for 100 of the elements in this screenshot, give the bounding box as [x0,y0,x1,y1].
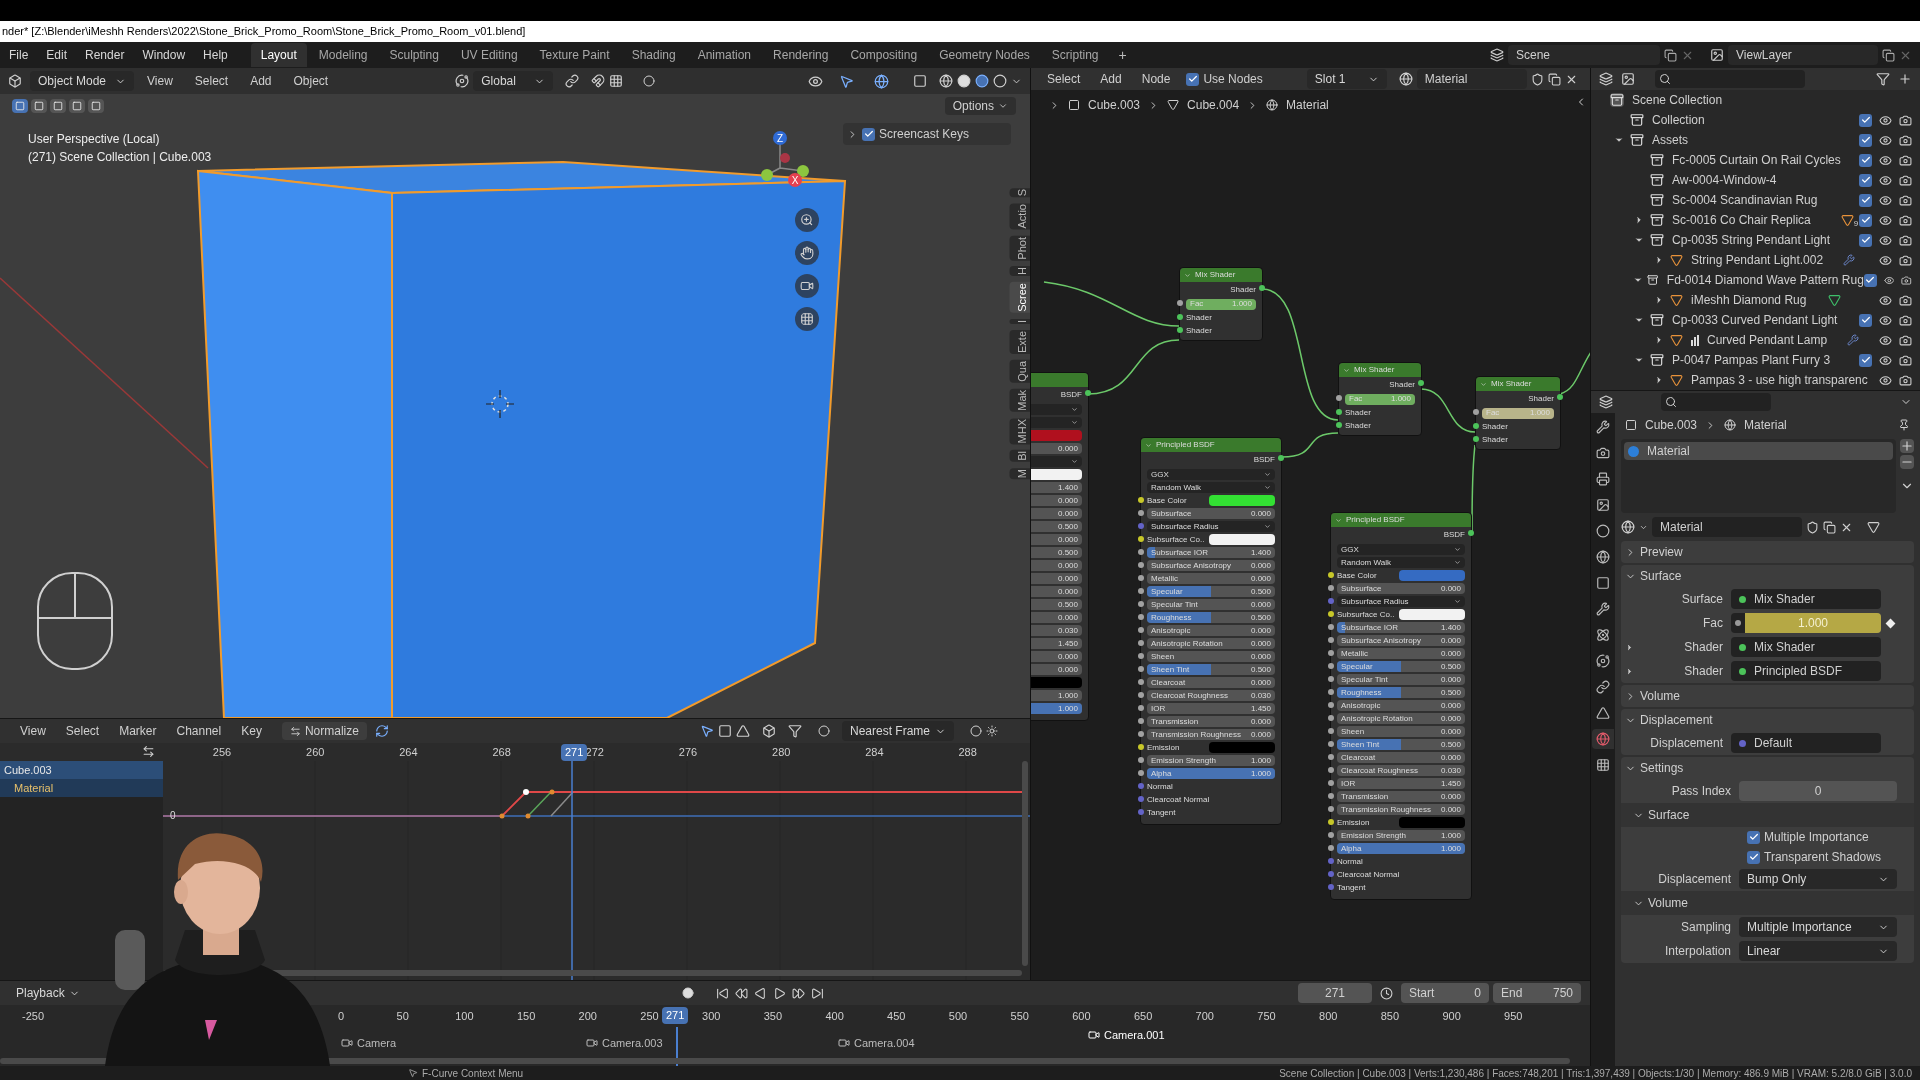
node-panel[interactable]: BSDF 0.000 1.400 0.000 0.000 0.500 0.000 0.500 0.000 0.000 0.000 0.500 0.000 0.030 1.450 0.000 0.000 1.000 1.000 [1031,372,1089,721]
value-field[interactable]: 1.450 [1031,638,1082,649]
dropdown[interactable]: Random Walk [1337,557,1465,568]
value-field[interactable]: 0.000 [1031,508,1082,519]
workspace-tab[interactable]: Compositing [840,43,928,67]
breadcrumb-item[interactable]: Cube.004 [1187,96,1240,114]
sidebar-tab[interactable]: Mak [1009,389,1030,412]
outliner-item[interactable]: iMeshh Diamond Rug [1691,291,1807,309]
outliner-item[interactable]: Curved Pendant Lamp [1707,331,1828,349]
sidebar-tab[interactable]: MHX [1009,417,1030,445]
node-panel[interactable]: Mix Shader Shader Fac 1.000 Shader Shader [1475,376,1561,450]
value-field[interactable]: Sheen 0.000 [1147,651,1275,662]
dropdown[interactable]: GGX [1337,544,1465,555]
outliner-item[interactable]: Cp-0033 Curved Pendant Light [1672,311,1838,329]
menu-item[interactable]: Add [1092,70,1130,88]
link-field[interactable]: Mix Shader [1731,637,1881,657]
view-layer-field[interactable]: ViewLayer [1728,45,1878,65]
value-field[interactable]: 0.000 [1031,443,1082,454]
value-field[interactable]: 0.030 [1031,625,1082,636]
scene-field[interactable]: Scene [1508,45,1660,65]
material-slot[interactable]: Material [1624,442,1893,460]
value-field[interactable]: 0.000 [1031,560,1082,571]
outliner-item[interactable]: P-0047 Pampas Plant Furry 3 [1672,351,1831,369]
dropdown[interactable]: GGX [1147,469,1275,480]
orientation-dropdown[interactable]: Global [473,71,554,91]
value-field[interactable]: Specular Tint 0.000 [1147,599,1275,610]
value-field[interactable]: Metallic 0.000 [1337,648,1465,659]
value-field[interactable]: Specular Tint 0.000 [1337,674,1465,685]
sidebar-tab[interactable]: Exte [1009,330,1030,355]
camera-marker[interactable]: Camera [341,1035,397,1052]
value-field[interactable]: Transmission Roughness 0.000 [1337,804,1465,815]
material-field[interactable]: Material [1652,517,1802,537]
node-panel[interactable]: Mix Shader Shader Fac 1.000 Shader Shader [1338,362,1422,436]
menu-item[interactable]: Key [233,722,270,740]
value-field[interactable]: Subsurface Anisotropy 0.000 [1337,635,1465,646]
workspace-tab[interactable]: Modeling [308,43,378,67]
menu-item[interactable]: Add [241,72,281,90]
outliner-item[interactable]: Sc-0004 Scandinavian Rug [1672,191,1818,209]
menu-item[interactable]: View [12,722,54,740]
sidebar-tab[interactable]: Scree [1009,282,1030,314]
value-field[interactable]: 0.000 [1031,495,1082,506]
value-field[interactable]: 0.500 [1031,599,1082,610]
options-button[interactable]: Options [944,97,1016,115]
select-dropdown[interactable]: Bump Only [1739,869,1897,889]
menu-item[interactable]: Select [185,72,238,90]
link-field[interactable]: Mix Shader [1731,589,1881,609]
playback-dropdown[interactable]: Playback [8,983,88,1003]
value-field[interactable]: Sheen 0.000 [1337,726,1465,737]
outliner-item[interactable]: Collection [1652,111,1705,129]
menu-item[interactable]: Select [57,722,108,740]
workspace-tab[interactable]: Geometry Nodes [929,43,1040,67]
value-field[interactable]: IOR 1.450 [1147,703,1275,714]
camera-marker[interactable]: Camera.003 [586,1035,663,1052]
sidebar-tab[interactable]: Bl [1009,450,1030,463]
value-slider[interactable]: Sheen Tint 0.500 [1147,664,1275,675]
mode-dropdown[interactable]: Object Mode [30,71,134,91]
value-field[interactable]: 0.000 [1031,651,1082,662]
link-field[interactable]: Default [1731,733,1881,753]
value-slider[interactable]: Specular 0.500 [1147,586,1275,597]
value-field[interactable]: Clearcoat 0.000 [1147,677,1275,688]
sidebar-tab[interactable]: Phot [1009,235,1030,261]
sidebar-tab[interactable]: Qua [1009,360,1030,384]
select-dropdown[interactable]: Linear [1739,941,1897,961]
workspace-tab[interactable]: Shading [621,43,686,67]
value-field[interactable]: Emission Strength 1.000 [1337,830,1465,841]
channel-row[interactable]: Material [0,779,163,797]
node-header[interactable]: Mix Shader [1180,268,1262,282]
value-field[interactable]: 1.400 [1031,482,1082,493]
menu-item[interactable]: Edit [37,46,77,64]
value-slider[interactable]: Alpha 1.000 [1147,768,1275,779]
value-slider[interactable]: Sheen Tint 0.500 [1337,739,1465,750]
sidebar-tab[interactable]: Actio [1009,203,1030,230]
value-field[interactable]: Subsurface Anisotropy 0.000 [1147,560,1275,571]
node-panel[interactable]: Mix Shader Shader Fac 1.000 Shader Shader [1179,267,1263,341]
breadcrumb-item[interactable]: Material [1286,96,1329,114]
value-field[interactable]: Anisotropic Rotation 0.000 [1337,713,1465,724]
select-dropdown[interactable]: Multiple Importance [1739,917,1897,937]
slot-dropdown[interactable]: Slot 1 [1306,69,1387,89]
camera-marker[interactable]: Camera.004 [838,1035,915,1052]
add-workspace-button[interactable]: + [1110,44,1135,66]
outliner-item[interactable]: Fc-0005 Curtain On Rail Cycles [1672,151,1841,169]
value-field[interactable]: Anisotropic 0.000 [1337,700,1465,711]
menu-item[interactable]: Help [194,46,237,64]
workspace-tab[interactable]: UV Editing [450,43,528,67]
current-frame-field[interactable]: 271 [1298,983,1372,1003]
channel-row[interactable]: Cube.003 [0,761,163,779]
value-field[interactable]: 0.000 [1031,534,1082,545]
value-field[interactable]: Transmission 0.000 [1147,716,1275,727]
value-field[interactable]: IOR 1.450 [1337,778,1465,789]
outliner-item[interactable]: Cp-0035 String Pendant Light [1672,231,1831,249]
menu-item[interactable]: Node [1133,70,1179,88]
dropdown[interactable]: Random Walk [1147,482,1275,493]
dropdown[interactable]: Subsurface Radius [1147,521,1275,532]
value-field[interactable]: Anisotropic Rotation 0.000 [1147,638,1275,649]
outliner-item[interactable]: Aw-0004-Window-4 [1672,171,1777,189]
workspace-tab[interactable]: Layout [250,43,307,67]
camera-marker[interactable]: Camera.001 [1088,1027,1165,1044]
workspace-tab[interactable]: Scripting [1041,43,1109,67]
outliner-item[interactable]: String Pendant Light.002 [1691,251,1824,269]
value-slider[interactable]: Alpha 1.000 [1337,843,1465,854]
